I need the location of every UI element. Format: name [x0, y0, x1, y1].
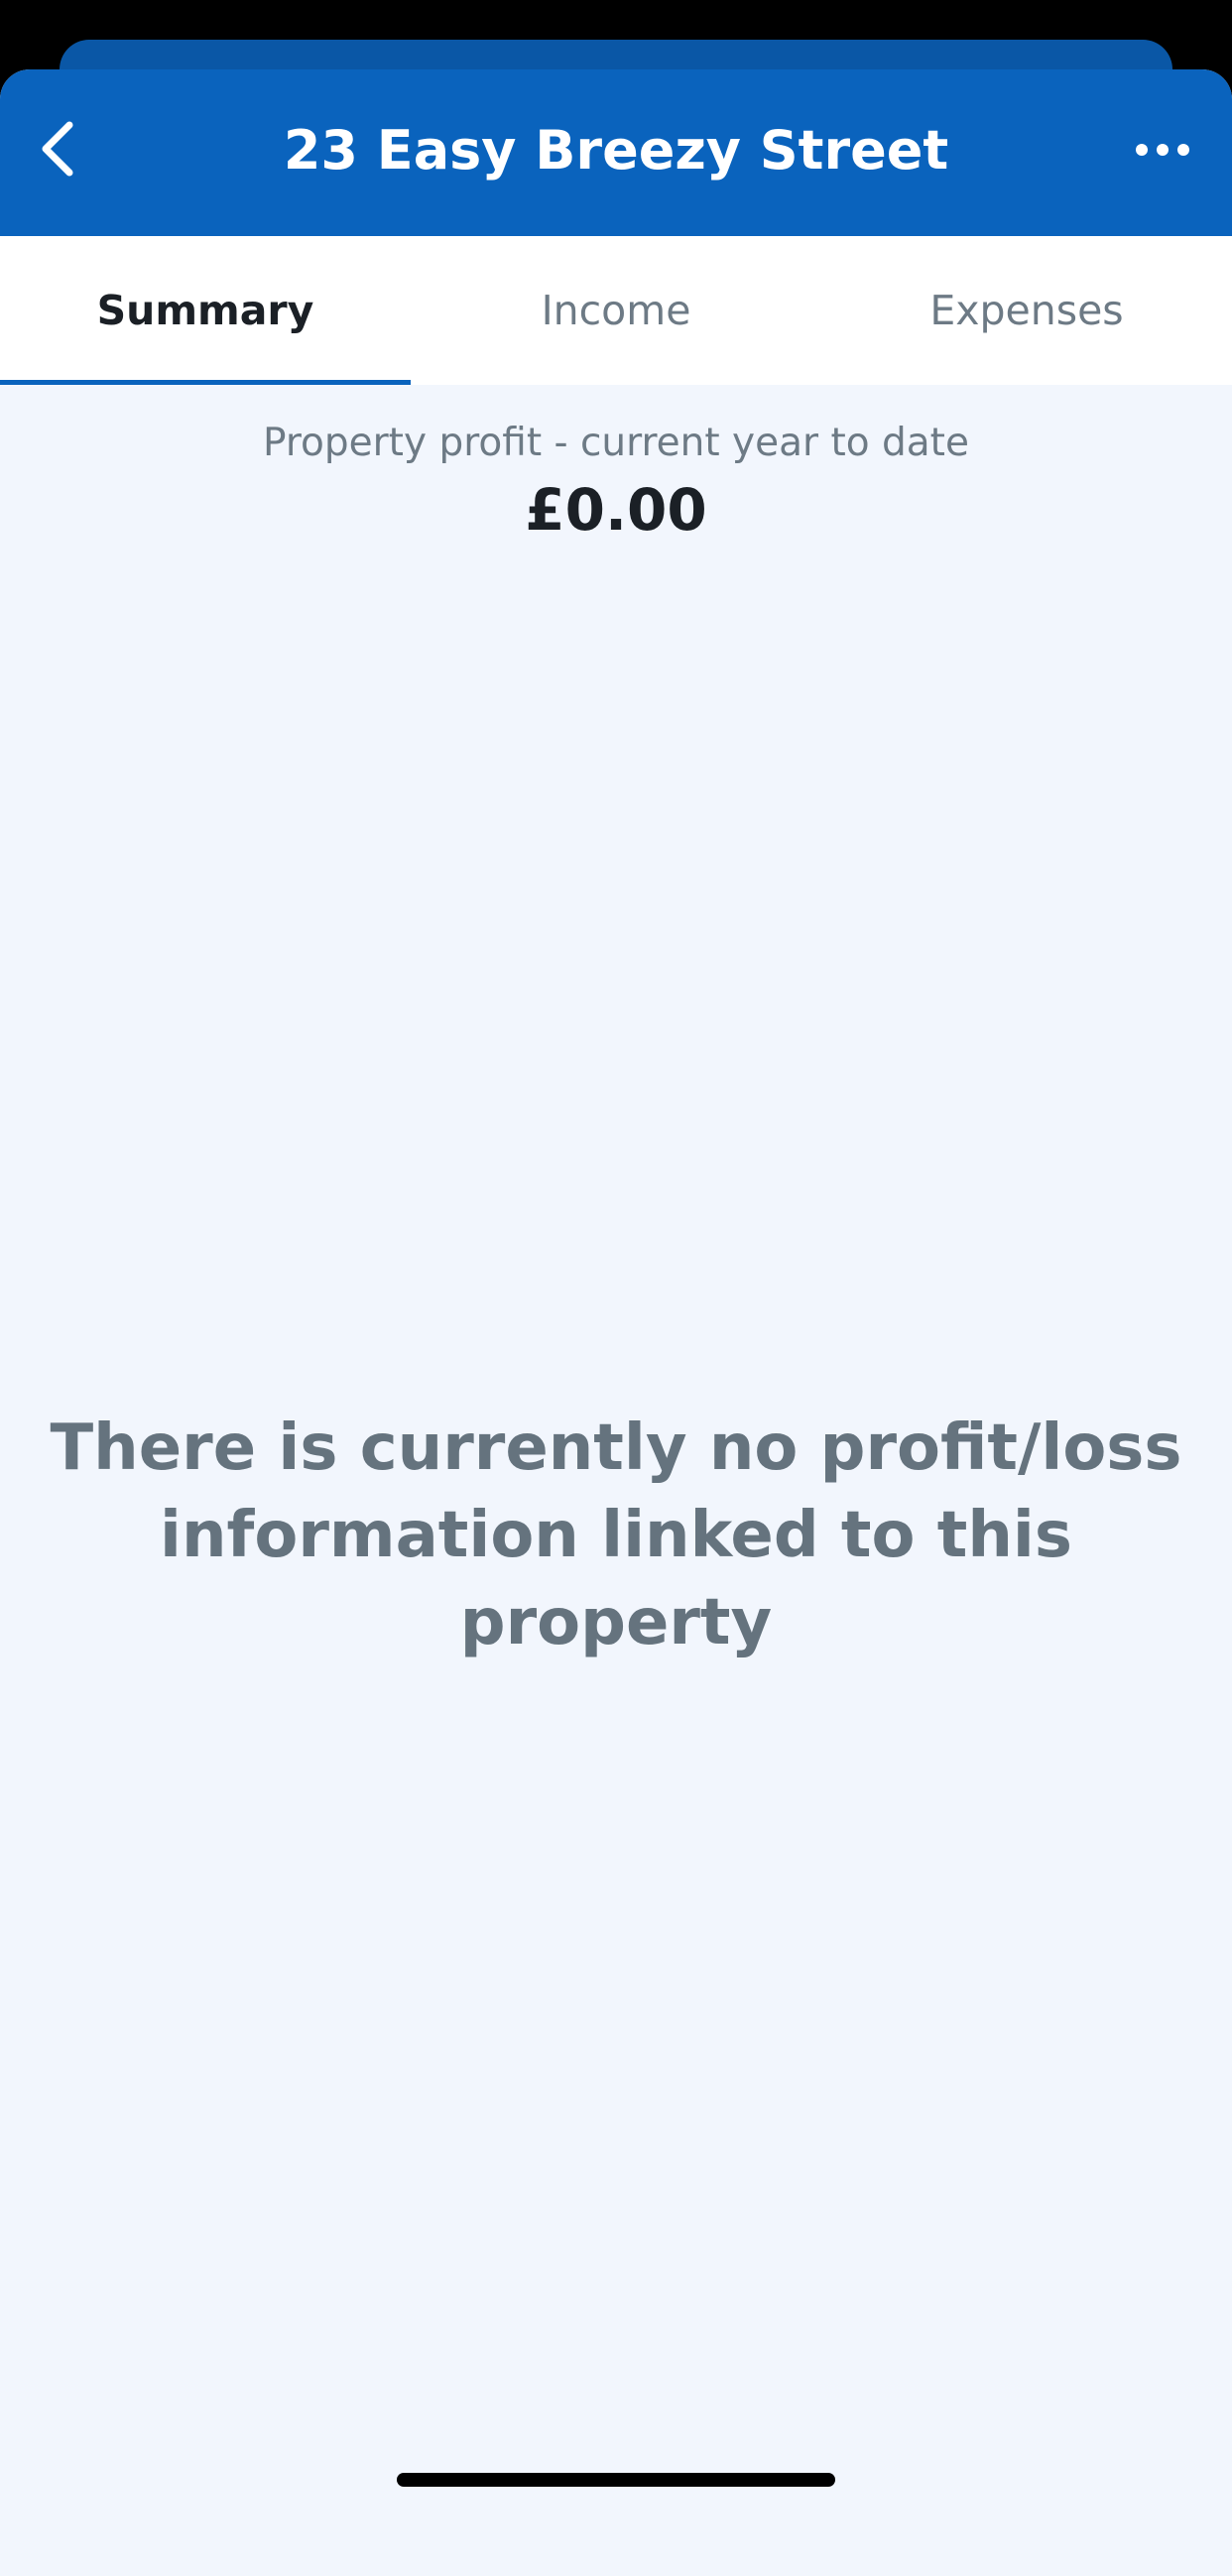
profit-label: Property profit - current year to date [263, 421, 969, 465]
active-tab-indicator [0, 380, 411, 385]
home-indicator [397, 2473, 835, 2487]
property-screen: 23 Easy Breezy Street Summary Income Exp… [0, 69, 1232, 2576]
more-options-button[interactable] [1115, 115, 1210, 186]
tab-summary-label: Summary [96, 287, 314, 334]
tab-income[interactable]: Income [411, 236, 821, 385]
tab-bar: Summary Income Expenses [0, 236, 1232, 385]
tab-expenses-label: Expenses [929, 287, 1124, 334]
tab-summary[interactable]: Summary [0, 236, 411, 385]
chevron-left-icon [38, 119, 77, 183]
page-title: 23 Easy Breezy Street [283, 119, 949, 182]
back-button[interactable] [22, 115, 93, 186]
tab-expenses[interactable]: Expenses [821, 236, 1232, 385]
ellipsis-icon [1135, 142, 1190, 161]
empty-state-message: There is currently no profit/loss inform… [50, 1411, 1182, 1659]
profit-value: £0.00 [525, 476, 707, 544]
tab-income-label: Income [541, 287, 691, 334]
navigation-header: 23 Easy Breezy Street [0, 69, 1232, 236]
